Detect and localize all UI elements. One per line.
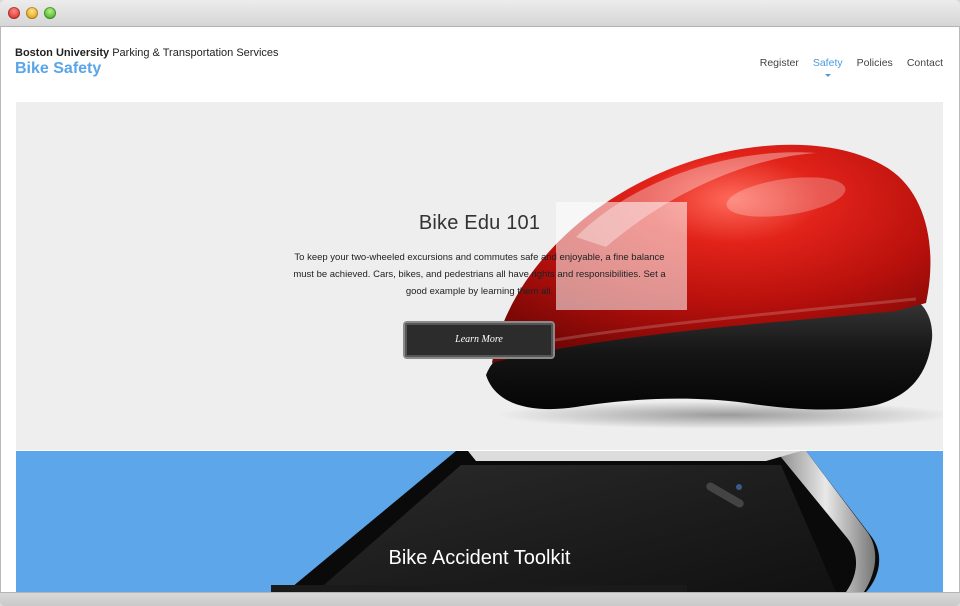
web-page: Boston University Parking & Transportati… — [1, 27, 959, 592]
nav-item-contact[interactable]: Contact — [907, 57, 943, 69]
nav-item-policies[interactable]: Policies — [857, 57, 893, 69]
hero-section: Bike Edu 101 To keep your two-wheeled ex… — [16, 102, 943, 450]
zoom-window-button[interactable] — [44, 7, 56, 19]
hero-description: To keep your two-wheeled excursions and … — [293, 252, 666, 297]
brand-department: Parking & Transportation Services — [112, 47, 279, 59]
hero-title: Bike Edu 101 — [418, 212, 541, 234]
nav-item-safety[interactable]: Safety — [812, 57, 843, 77]
active-caret-icon — [824, 74, 831, 77]
window-titlebar — [0, 0, 960, 27]
main-nav: Register Safety Policies Contact — [760, 57, 943, 77]
site-title[interactable]: Bike Safety — [15, 60, 101, 78]
browser-window: Boston University Parking & Transportati… — [0, 0, 960, 606]
close-window-button[interactable] — [8, 7, 20, 19]
accident-toolkit-section: Bike Accident Toolkit — [16, 451, 943, 592]
smartphone-image — [286, 451, 880, 592]
window-bottom-bar — [0, 592, 960, 606]
learn-more-button[interactable]: Learn More — [405, 323, 553, 357]
brand-university: Boston University — [15, 47, 110, 59]
section-panel-edge — [271, 585, 687, 592]
nav-item-register[interactable]: Register — [760, 57, 799, 69]
learn-more-label: Learn More — [407, 325, 551, 355]
section-title: Bike Accident Toolkit — [388, 547, 571, 569]
brand-line[interactable]: Boston University Parking & Transportati… — [15, 47, 279, 59]
minimize-window-button[interactable] — [26, 7, 38, 19]
nav-item-safety-label: Safety — [812, 57, 843, 69]
